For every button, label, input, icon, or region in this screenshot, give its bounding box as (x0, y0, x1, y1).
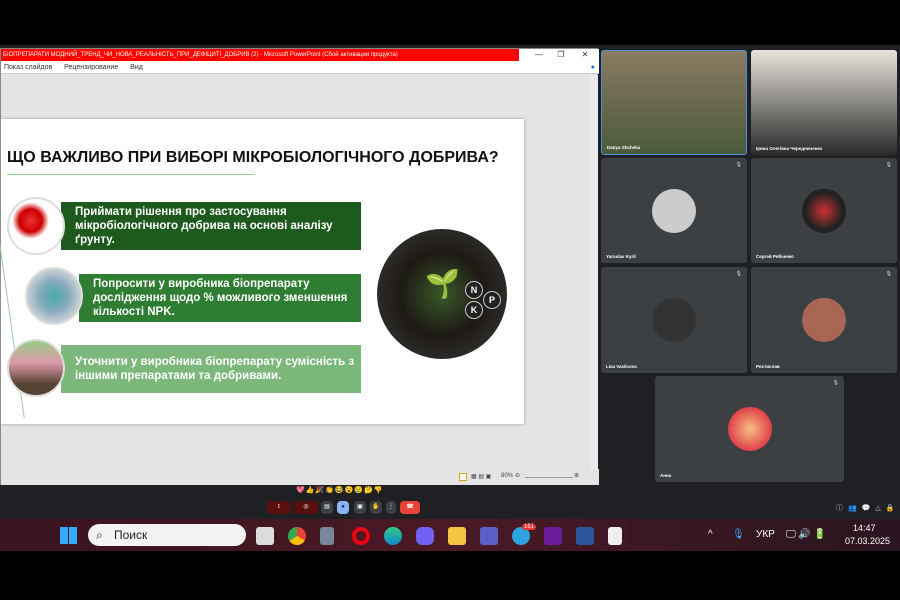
zoom-slider[interactable] (525, 477, 573, 478)
participant-tile[interactable]: Ірина Олегівна Чередниченко (751, 50, 897, 155)
microphone-icon[interactable]: 🎙 (732, 529, 745, 540)
avatar (802, 188, 846, 233)
bullet-text-1: Приймати рішення про застосування мікроб… (75, 206, 333, 246)
title-underline (7, 174, 255, 175)
bullet-card-2: Попросити у виробника біопрепарату дослі… (79, 274, 361, 322)
sprout-icon: 🌱 (425, 268, 460, 299)
clock-date[interactable]: 07.03.2025 (845, 536, 890, 546)
mic-toggle-button[interactable]: t (267, 501, 291, 514)
share-screen-button[interactable]: ▣ (354, 501, 366, 514)
word-icon[interactable] (576, 527, 594, 545)
participant-name: Yaroslav Kyril (606, 254, 636, 259)
participant-tile[interactable]: 🎙 Ростислав (751, 267, 897, 373)
tab-view[interactable]: Вид (130, 64, 143, 71)
participant-name: Сергей Рябченко (756, 254, 794, 259)
task-view-icon[interactable] (256, 527, 274, 545)
bullet-card-3: Уточнити у виробника біопрепарату сумісн… (61, 345, 361, 393)
maximize-button[interactable]: ❐ (551, 49, 571, 61)
captions-button[interactable]: ▤ (321, 501, 333, 514)
clock-time[interactable]: 14:47 (853, 523, 876, 533)
participant-name: Анна (660, 473, 672, 478)
more-options-button[interactable]: ⋮ (386, 501, 396, 514)
teams-icon[interactable] (480, 527, 498, 545)
close-button[interactable]: ✕ (575, 49, 595, 61)
plant-npk-image: 🌱 N P K (377, 229, 507, 359)
chevron-up-icon[interactable]: ^ (708, 529, 713, 540)
participant-name: Lisa Vasilcova (606, 364, 637, 369)
vertical-scrollbar[interactable] (590, 75, 598, 469)
p-hex: P (483, 291, 501, 309)
telegram-badge: 151 (522, 524, 537, 530)
mic-off-icon: 🎙 (735, 271, 742, 277)
tab-slideshow[interactable]: Показ слайдов (4, 64, 52, 71)
question-mark-image (7, 197, 65, 255)
tray-icons[interactable]: 🖵 🔊 🔋 (786, 529, 826, 540)
participant-name: Ростислав (756, 364, 780, 369)
bullet-card-1: Приймати рішення про застосування мікроб… (61, 202, 361, 250)
soil-hand-image (7, 339, 65, 397)
window-title: БІОПРЕПАРАТИ МОДНИЙ_ТРЕНД_ЧИ_НОВА_РЕАЛЬН… (1, 49, 519, 61)
minimize-button[interactable]: — (529, 49, 549, 61)
status-bar: ▦ ▤ ▣ 80% ⊖ ⊕ (1, 469, 599, 485)
participant-tile[interactable]: 🎙 Yaroslav Kyril (601, 158, 747, 263)
edge-icon[interactable] (384, 527, 402, 545)
k-hex: K (465, 301, 483, 319)
slide: ЩО ВАЖЛИВО ПРИ ВИБОРІ МІКРОБІОЛОГІЧНОГО … (0, 119, 524, 424)
taskbar: ⌕ Поиск 151 ^ 🎙 УКР 🖵 🔊 🔋 14:47 07.03.202… (0, 519, 900, 551)
powerpoint-window: БІОПРЕПАРАТИ МОДНИЙ_ТРЕНД_ЧИ_НОВА_РЕАЛЬН… (0, 48, 599, 485)
leave-call-button[interactable]: ☎ (400, 501, 420, 514)
windows-start-icon[interactable] (60, 527, 77, 544)
search-placeholder: Поиск (114, 528, 148, 542)
mic-off-icon: 🎙 (735, 162, 742, 168)
participant-name: Ірина Олегівна Чередниченко (756, 146, 823, 151)
app-icon[interactable] (544, 527, 562, 545)
tab-review[interactable]: Рецензирование (64, 64, 118, 71)
raise-hand-button[interactable]: ✋ (370, 501, 382, 514)
sorter-view-button[interactable]: ▦ ▤ ▣ (471, 473, 491, 480)
search-box[interactable]: ⌕ Поиск (88, 524, 246, 546)
n-hex: N (465, 281, 483, 299)
camera-toggle-button[interactable]: ◎ (294, 501, 318, 514)
participant-tile[interactable]: 🎙 Lisa Vasilcova (601, 267, 747, 373)
file-explorer-icon[interactable] (448, 527, 466, 545)
chrome-icon[interactable] (288, 527, 306, 545)
avatar (652, 298, 696, 342)
avatar (727, 407, 772, 451)
zoom-out-button[interactable]: ⊖ (515, 472, 520, 479)
bullet-text-2: Попросити у виробника біопрепарату дослі… (93, 278, 348, 318)
reactions-bar[interactable]: 💖👍🎉👏😂😮😢🤔👎 (296, 486, 383, 494)
mic-off-icon: 🎙 (885, 162, 892, 168)
zoom-level: 80% (501, 473, 514, 479)
participant-tile[interactable]: Danya Shcheka (601, 50, 747, 155)
help-icon[interactable]: ● (591, 61, 595, 74)
slide-title: ЩО ВАЖЛИВО ПРИ ВИБОРІ МІКРОБІОЛОГІЧНОГО … (7, 149, 499, 166)
participant-tile[interactable]: 🎙 Анна (655, 376, 844, 482)
search-icon: ⌕ (96, 528, 103, 542)
microscope-image (25, 267, 83, 325)
opera-icon[interactable] (352, 527, 370, 545)
title-bar: БІОПРЕПАРАТИ МОДНИЙ_ТРЕНД_ЧИ_НОВА_РЕАЛЬН… (1, 49, 599, 61)
viber-icon[interactable] (416, 527, 434, 545)
participant-name: Danya Shcheka (607, 145, 641, 150)
normal-view-button[interactable] (459, 473, 467, 481)
mic-off-icon: 🎙 (832, 380, 839, 386)
bullet-text-3: Уточнити у виробника біопрепарату сумісн… (75, 356, 355, 382)
mic-off-icon: 🎙 (885, 271, 892, 277)
zoom-in-button[interactable]: ⊕ (574, 472, 579, 479)
participant-tile[interactable]: 🎙 Сергей Рябченко (751, 158, 897, 263)
avatar (652, 188, 696, 233)
present-button[interactable]: ● (337, 501, 349, 514)
calculator-icon[interactable] (320, 527, 334, 545)
avatar (802, 298, 846, 342)
snipping-tool-icon[interactable] (608, 527, 622, 545)
ribbon-tabs: Показ слайдов Рецензирование Вид ● (1, 61, 599, 74)
meeting-side-icons[interactable]: ⓘ👥💬△🔒 (836, 503, 900, 513)
language-indicator[interactable]: УКР (756, 529, 775, 540)
